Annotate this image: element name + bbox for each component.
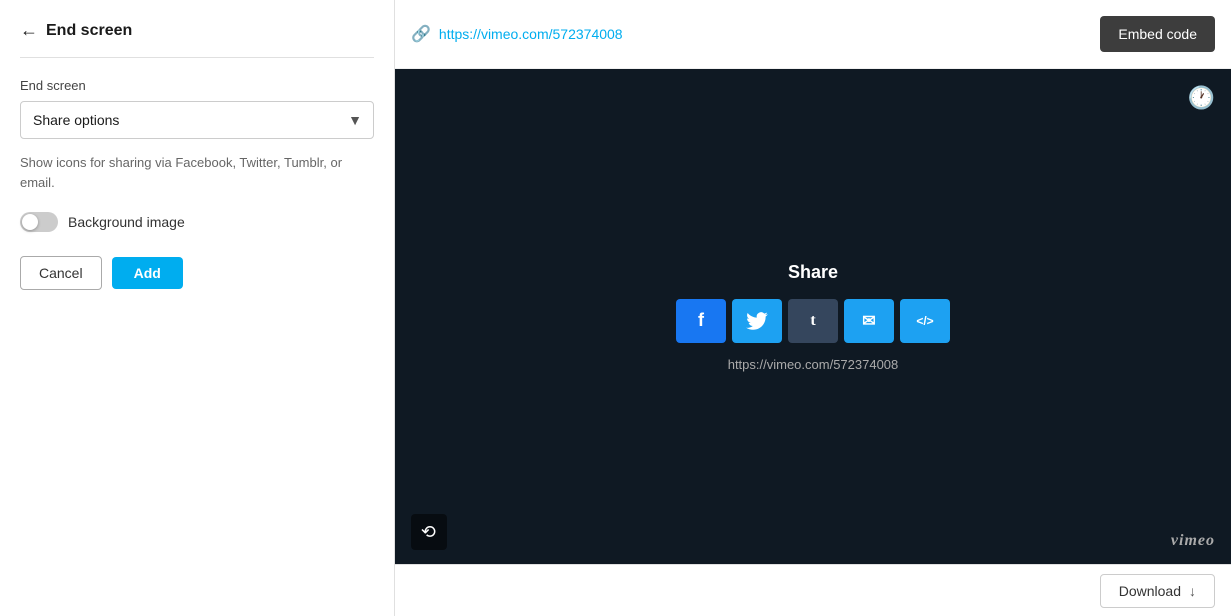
back-button-label: End screen	[46, 22, 132, 40]
link-icon: 🔗	[411, 24, 431, 44]
vimeo-logo: vimeo	[1171, 532, 1215, 550]
share-buttons-row: f t ✉ </>	[676, 299, 950, 343]
back-button[interactable]: ← End screen	[20, 20, 374, 41]
replay-icon: ⟳	[421, 522, 436, 543]
action-buttons: Cancel Add	[20, 256, 374, 290]
share-heading: Share	[788, 262, 838, 283]
url-row: 🔗 https://vimeo.com/572374008	[411, 24, 623, 44]
background-image-row: Background image	[20, 212, 374, 232]
dropdown-wrapper: Share options Subscribe Watch later Link…	[20, 101, 374, 139]
background-image-toggle[interactable]	[20, 212, 58, 232]
download-icon: ↓	[1189, 583, 1196, 599]
toggle-knob	[22, 214, 38, 230]
description-text: Show icons for sharing via Facebook, Twi…	[20, 153, 374, 192]
divider	[20, 57, 374, 58]
back-arrow-icon: ←	[20, 20, 38, 41]
email-share-button[interactable]: ✉	[844, 299, 894, 343]
share-url-text: https://vimeo.com/572374008	[728, 357, 899, 372]
tumblr-share-button[interactable]: t	[788, 299, 838, 343]
download-button[interactable]: Download ↓	[1100, 574, 1215, 608]
add-button[interactable]: Add	[112, 257, 183, 289]
video-url-link[interactable]: https://vimeo.com/572374008	[439, 26, 623, 42]
video-preview: 🕐 Share f t ✉ </> https://vimeo.com/5723…	[395, 69, 1231, 564]
right-panel: 🔗 https://vimeo.com/572374008 Embed code…	[395, 0, 1231, 616]
end-screen-select[interactable]: Share options Subscribe Watch later Link	[20, 101, 374, 139]
top-bar: 🔗 https://vimeo.com/572374008 Embed code	[395, 0, 1231, 69]
bottom-bar: Download ↓	[395, 564, 1231, 616]
cancel-button[interactable]: Cancel	[20, 256, 102, 290]
embed-code-button[interactable]: Embed code	[1100, 16, 1215, 52]
download-label: Download	[1119, 583, 1181, 599]
toggle-label: Background image	[68, 214, 185, 230]
embed-share-button[interactable]: </>	[900, 299, 950, 343]
end-screen-label: End screen	[20, 78, 374, 93]
facebook-share-button[interactable]: f	[676, 299, 726, 343]
clock-icon: 🕐	[1188, 85, 1215, 111]
replay-button[interactable]: ⟳	[411, 514, 447, 550]
twitter-share-button[interactable]	[732, 299, 782, 343]
left-panel: ← End screen End screen Share options Su…	[0, 0, 395, 616]
